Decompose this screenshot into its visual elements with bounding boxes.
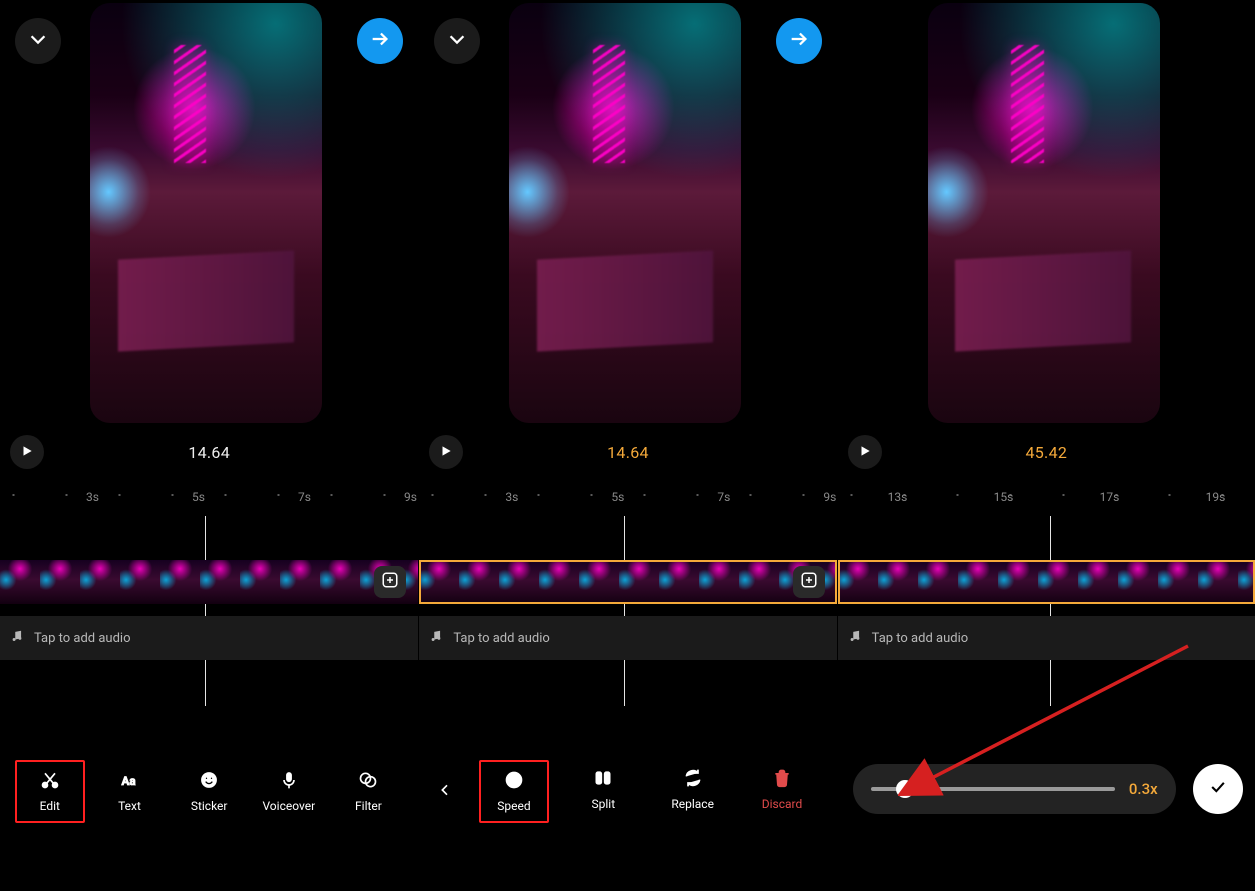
add-clip-icon	[381, 571, 399, 593]
speed-value: 0.3x	[1129, 780, 1158, 798]
collapse-button[interactable]	[15, 18, 61, 64]
edit-button[interactable]: Edit	[15, 760, 85, 823]
replace-button[interactable]: Replace	[658, 760, 728, 823]
add-clip-icon	[800, 571, 818, 593]
playhead[interactable]	[624, 516, 625, 706]
panel-clip-toolbar: 14.64 3s 5s 7s 9s Tap to add audio Speed…	[418, 0, 836, 891]
chevron-left-icon	[437, 782, 453, 802]
music-icon	[429, 629, 443, 647]
video-preview[interactable]	[90, 3, 322, 423]
main-toolbar: Edit Aa Text Sticker Voiceover Filter	[0, 760, 418, 823]
audio-hint-label: Tap to add audio	[34, 631, 131, 646]
timeline-ruler[interactable]: 3s 5s 7s 9s	[419, 490, 836, 510]
music-icon	[10, 629, 24, 647]
tool-label: Voiceover	[262, 799, 315, 813]
speed-slider[interactable]: 0.3x	[853, 764, 1176, 814]
ruler-label: 7s	[717, 490, 730, 504]
tool-label: Replace	[671, 797, 714, 811]
playhead[interactable]	[205, 516, 206, 706]
next-button[interactable]	[776, 18, 822, 64]
filter-icon	[358, 770, 378, 793]
playhead[interactable]	[1050, 516, 1051, 706]
ruler-label: 3s	[505, 490, 518, 504]
ruler-label: 15s	[994, 490, 1014, 504]
trash-icon	[772, 768, 792, 791]
check-icon	[1208, 777, 1228, 801]
svg-text:Aa: Aa	[122, 774, 136, 788]
video-preview[interactable]	[509, 3, 741, 423]
split-icon	[593, 768, 613, 791]
chevron-down-icon	[27, 28, 49, 54]
tool-label: Text	[118, 799, 141, 813]
sticker-button[interactable]: Sticker	[174, 762, 244, 821]
tool-label: Sticker	[191, 799, 228, 813]
sticker-icon	[199, 770, 219, 793]
ruler-label: 3s	[86, 490, 99, 504]
ruler-label: 9s	[823, 490, 836, 504]
ruler-label: 17s	[1100, 490, 1120, 504]
timeline-ruler[interactable]: 13s 15s 17s 19s	[838, 490, 1255, 510]
tool-label: Speed	[497, 799, 530, 813]
timeline-ruler[interactable]: 3s 5s 7s 9s	[0, 490, 418, 510]
add-clip-button[interactable]	[374, 566, 406, 598]
clip-toolbar: Speed Split Replace Discard	[419, 760, 836, 823]
add-audio-row[interactable]: Tap to add audio	[0, 616, 418, 660]
clip-strip[interactable]	[838, 560, 1255, 604]
arrow-right-icon	[788, 28, 810, 54]
ruler-label: 7s	[298, 490, 311, 504]
filter-button[interactable]: Filter	[333, 762, 403, 821]
confirm-button[interactable]	[1193, 764, 1243, 814]
chevron-down-icon	[446, 28, 468, 54]
microphone-icon	[279, 770, 299, 793]
speed-icon	[504, 770, 524, 793]
collapse-button[interactable]	[434, 18, 480, 64]
timecode: 14.64	[0, 443, 418, 462]
speed-button[interactable]: Speed	[479, 760, 549, 823]
slider-track[interactable]	[871, 787, 1115, 791]
replace-icon	[683, 768, 703, 791]
video-preview[interactable]	[928, 3, 1160, 423]
ruler-label: 5s	[192, 490, 205, 504]
text-icon: Aa	[119, 770, 139, 793]
timecode: 14.64	[419, 443, 836, 462]
scissors-icon	[40, 770, 60, 793]
next-button[interactable]	[357, 18, 403, 64]
panel-main-toolbar: 14.64 3s 5s 7s 9s Tap to add audio Edit …	[0, 0, 418, 891]
slider-knob[interactable]	[896, 780, 914, 798]
ruler-label: 5s	[611, 490, 624, 504]
back-button[interactable]	[425, 772, 465, 812]
discard-button[interactable]: Discard	[747, 760, 817, 823]
clip-strip[interactable]	[0, 560, 418, 604]
ruler-label: 9s	[404, 490, 417, 504]
ruler-label: 19s	[1206, 490, 1226, 504]
ruler-label: 13s	[888, 490, 908, 504]
add-audio-row[interactable]: Tap to add audio	[838, 616, 1255, 660]
audio-hint-label: Tap to add audio	[453, 631, 550, 646]
tool-label: Discard	[762, 797, 803, 811]
voiceover-button[interactable]: Voiceover	[254, 762, 324, 821]
tool-label: Filter	[355, 799, 382, 813]
text-button[interactable]: Aa Text	[94, 762, 164, 821]
tool-label: Split	[592, 797, 616, 811]
panel-speed-slider: 45.42 13s 15s 17s 19s Tap to add audio 0…	[837, 0, 1255, 891]
audio-hint-label: Tap to add audio	[872, 631, 969, 646]
add-clip-button[interactable]	[793, 566, 825, 598]
music-icon	[848, 629, 862, 647]
clip-strip[interactable]	[419, 560, 836, 604]
timecode: 45.42	[838, 443, 1255, 462]
tool-label: Edit	[40, 799, 60, 813]
split-button[interactable]: Split	[568, 760, 638, 823]
add-audio-row[interactable]: Tap to add audio	[419, 616, 836, 660]
arrow-right-icon	[369, 28, 391, 54]
